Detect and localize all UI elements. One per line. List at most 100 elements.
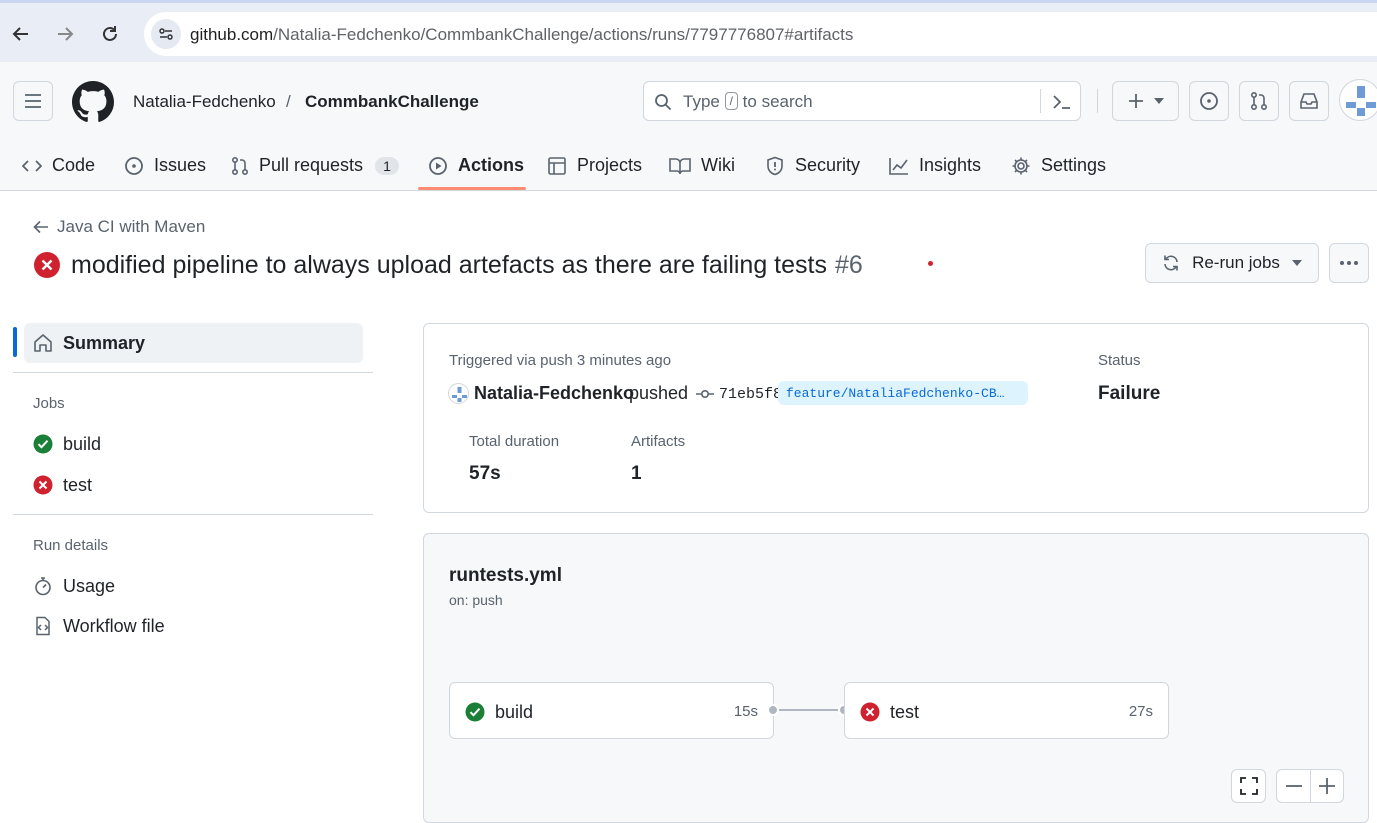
- fullscreen-button[interactable]: [1231, 769, 1266, 803]
- x-circle-fill-icon: [34, 252, 60, 278]
- create-new-button[interactable]: [1112, 81, 1179, 121]
- inbox-button[interactable]: [1289, 81, 1329, 121]
- repo-owner-link[interactable]: Natalia-Fedchenko: [133, 92, 276, 112]
- tab-actions[interactable]: Actions: [428, 140, 524, 191]
- pull-requests-button[interactable]: [1239, 81, 1279, 121]
- search-shortcut-key: /: [724, 92, 738, 110]
- tab-security[interactable]: Security: [765, 140, 860, 191]
- forward-arrow-icon[interactable]: [50, 19, 80, 49]
- menu-icon: [25, 94, 41, 108]
- job-node-build-name: build: [495, 702, 534, 722]
- tab-actions-label: Actions: [458, 155, 525, 175]
- job-connector-line: [779, 709, 841, 711]
- github-header: Natalia-Fedchenko / CommbankChallenge Ty…: [0, 62, 1377, 191]
- github-logo-icon[interactable]: [72, 81, 114, 128]
- tab-projects[interactable]: Projects: [547, 140, 642, 191]
- search-placeholder: Type / to search: [683, 92, 813, 112]
- address-bar[interactable]: github.com/Natalia-Fedchenko/CommbankCha…: [144, 12, 1377, 56]
- zoom-in-button[interactable]: [1311, 778, 1343, 794]
- command-palette-icon[interactable]: [1052, 93, 1072, 111]
- pull-request-icon: [231, 156, 249, 175]
- more-options-button[interactable]: [1329, 243, 1369, 283]
- branch-label[interactable]: feature/NataliaFedchenko-CB…: [778, 381, 1028, 405]
- file-code-icon: [33, 616, 53, 636]
- sidebar-item-summary[interactable]: Summary: [24, 323, 363, 363]
- triangle-down-icon: [1291, 260, 1302, 266]
- workflow-file-name: runtests.yml: [449, 565, 562, 586]
- sidebar-item-usage[interactable]: Usage: [33, 574, 115, 598]
- workflow-graph-card: [423, 533, 1369, 823]
- job-node-test[interactable]: test 27s: [844, 682, 1169, 739]
- issues-button[interactable]: [1189, 81, 1229, 121]
- status-value: Failure: [1098, 383, 1161, 404]
- git-commit-icon: [696, 389, 714, 399]
- sidebar-workflow-file-label: Workflow file: [63, 615, 165, 636]
- sidebar-job-build[interactable]: build: [33, 432, 101, 456]
- search-icon: [655, 94, 672, 111]
- reload-icon[interactable]: [95, 19, 125, 49]
- sidebar-item-workflow-file[interactable]: Workflow file: [33, 614, 165, 638]
- status-label: Status: [1098, 352, 1141, 369]
- page-title: modified pipeline to always upload artef…: [33, 248, 863, 282]
- tab-wiki-label: Wiki: [701, 155, 735, 175]
- active-tab-indicator: [418, 187, 526, 190]
- rerun-jobs-label: Re-run jobs: [1192, 253, 1280, 272]
- issue-opened-icon: [1200, 92, 1218, 110]
- artifacts-label: Artifacts: [631, 433, 686, 450]
- sidebar-job-test[interactable]: test: [33, 473, 92, 497]
- header-divider: [1097, 89, 1098, 113]
- url-path: /Natalia-Fedchenko/CommbankChallenge/act…: [273, 25, 854, 44]
- commit-sha-link[interactable]: 71eb5f8: [719, 386, 782, 403]
- repo-name-link[interactable]: CommbankChallenge: [305, 92, 479, 112]
- job-node-build-duration: 15s: [733, 703, 758, 720]
- tab-security-label: Security: [795, 155, 861, 175]
- job-node-test-duration: 27s: [1128, 703, 1153, 720]
- table-icon: [548, 156, 566, 175]
- inbox-icon: [1300, 93, 1318, 109]
- tab-issues[interactable]: Issues: [124, 140, 206, 191]
- actor-link[interactable]: Natalia-Fedchenko: [474, 383, 634, 404]
- rerun-jobs-button[interactable]: Re-run jobs: [1145, 243, 1319, 283]
- tab-wiki[interactable]: Wiki: [669, 140, 735, 191]
- search-divider: [1040, 89, 1041, 113]
- zoom-out-button[interactable]: [1277, 785, 1310, 787]
- job-connector-dot: [767, 704, 779, 716]
- tab-code[interactable]: Code: [22, 140, 95, 191]
- plus-icon: [1128, 94, 1143, 108]
- actor-avatar[interactable]: [448, 383, 469, 404]
- sidebar-usage-label: Usage: [63, 575, 116, 596]
- job-node-build[interactable]: build 15s: [449, 682, 774, 739]
- kebab-horizontal-icon: [1340, 261, 1358, 265]
- tab-pull-requests-label: Pull requests: [259, 155, 364, 175]
- artifacts-count-link[interactable]: 1: [631, 463, 642, 485]
- tab-code-label: Code: [52, 155, 96, 175]
- code-icon: [22, 159, 42, 172]
- tab-pull-requests[interactable]: Pull requests 1: [231, 140, 399, 191]
- run-number: #6: [834, 250, 863, 279]
- zoom-controls: [1276, 769, 1344, 803]
- tab-insights-label: Insights: [919, 155, 982, 175]
- git-pull-request-icon: [1250, 91, 1268, 111]
- tab-insights[interactable]: Insights: [889, 140, 981, 191]
- minus-icon: [1285, 785, 1302, 787]
- url-text: github.com/Natalia-Fedchenko/CommbankCha…: [190, 25, 853, 45]
- site-settings-icon[interactable]: [151, 19, 181, 49]
- url-host: github.com: [190, 25, 274, 44]
- hamburger-menu-button[interactable]: [13, 81, 53, 121]
- gear-icon: [1012, 157, 1030, 174]
- workflow-back-link[interactable]: Java CI with Maven: [33, 217, 205, 237]
- back-arrow-icon[interactable]: [6, 19, 36, 49]
- user-avatar[interactable]: [1339, 79, 1377, 121]
- check-circle-fill-icon: [465, 702, 485, 727]
- job-node-test-name: test: [890, 702, 920, 722]
- tab-settings[interactable]: Settings: [1011, 140, 1106, 191]
- x-circle-fill-icon: [33, 475, 53, 495]
- sidebar-divider: [13, 372, 373, 373]
- repo-tabs: Code Issues Pull requests 1 Actions Proj…: [0, 140, 1377, 191]
- workflow-name: Java CI with Maven: [57, 217, 206, 236]
- tab-issues-label: Issues: [154, 155, 207, 175]
- tab-projects-label: Projects: [577, 155, 643, 175]
- sidebar-job-test-label: test: [63, 474, 93, 495]
- search-input[interactable]: Type / to search: [643, 81, 1081, 121]
- home-icon: [34, 334, 52, 352]
